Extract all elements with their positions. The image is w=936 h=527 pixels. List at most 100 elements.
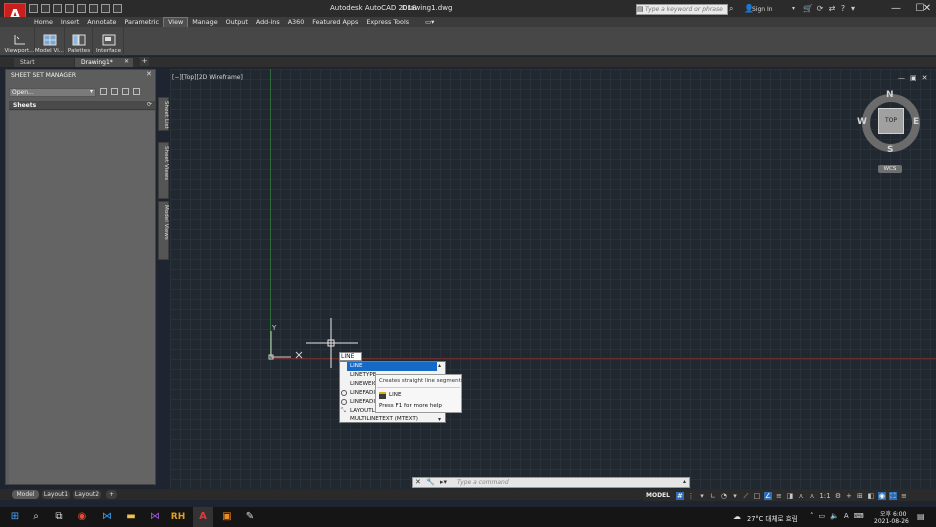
wcs-menu[interactable]: WCS	[878, 165, 902, 173]
tab-a360[interactable]: A360	[284, 17, 309, 27]
help-icon[interactable]: ?	[838, 4, 848, 14]
open-file-icon[interactable]	[41, 4, 50, 13]
recent-commands-icon[interactable]: ▸▾	[440, 478, 447, 486]
tab-sheet-list[interactable]: Sheet List	[158, 97, 169, 131]
polar-icon[interactable]: ◔	[720, 492, 728, 500]
tab-annotate[interactable]: Annotate	[83, 17, 120, 27]
annotation-visibility-icon[interactable]: ⋏	[797, 492, 805, 500]
close-panel-icon[interactable]: ✕	[146, 70, 152, 78]
help-chevron-icon[interactable]: ▾	[848, 4, 858, 14]
app-icon[interactable]: ▣	[217, 507, 237, 527]
print-icon[interactable]	[122, 88, 129, 95]
exchange-icon[interactable]: ⇄	[827, 4, 837, 14]
palettes-button[interactable]: Palettes	[66, 27, 93, 56]
command-history-chevron-icon[interactable]: ▴	[683, 478, 686, 485]
scroll-up-icon[interactable]: ▴	[438, 362, 441, 369]
close-tab-icon[interactable]: ✕	[124, 58, 129, 65]
clock-time[interactable]: 오후 6:00	[880, 509, 906, 518]
annotation-scale[interactable]: 1:1	[819, 492, 831, 500]
viewport-button[interactable]: Viewport...	[4, 27, 35, 56]
network-icon[interactable]: ▭	[819, 512, 826, 520]
quick-properties-icon[interactable]: ◧	[867, 492, 875, 500]
snap-menu-icon[interactable]: ▾	[698, 492, 706, 500]
compass-east[interactable]: E	[913, 117, 919, 127]
tab-home[interactable]: Home	[30, 17, 57, 27]
viewcube-top-face[interactable]: TOP	[878, 108, 904, 134]
keyboard-icon[interactable]: ⌨	[854, 512, 864, 520]
paint-icon[interactable]: ✎	[240, 507, 260, 527]
tab-model-views[interactable]: Model Views	[158, 201, 169, 260]
snap-icon[interactable]: ⋮	[687, 492, 695, 500]
add-layout-button[interactable]: +	[106, 490, 117, 499]
transparency-icon[interactable]: ◨	[786, 492, 794, 500]
tray-chevron-icon[interactable]: ˄	[810, 512, 814, 520]
cart-icon[interactable]: 🛒	[803, 4, 813, 14]
sheet-options-icon[interactable]	[133, 88, 140, 95]
autocomplete-item-linetype[interactable]: LINETYPE	[350, 372, 376, 378]
tab-view[interactable]: View	[163, 17, 189, 27]
object-snap-icon[interactable]: □	[753, 492, 761, 500]
tab-manage[interactable]: Manage	[188, 17, 221, 27]
tab-featured-apps[interactable]: Featured Apps	[308, 17, 362, 27]
close-command-line-icon[interactable]: ✕	[415, 478, 421, 486]
visual-studio-icon[interactable]: ⋈	[145, 507, 165, 527]
new-sheet-icon[interactable]	[100, 88, 107, 95]
notification-icon[interactable]: ▤	[917, 512, 925, 521]
restore-viewport-icon[interactable]: ▣	[910, 74, 917, 82]
undo-icon[interactable]	[89, 4, 98, 13]
close-button[interactable]: ✕	[918, 0, 936, 17]
refresh-icon[interactable]: ⟳	[147, 101, 152, 108]
new-file-icon[interactable]	[29, 4, 38, 13]
tab-layout1[interactable]: Layout1	[42, 490, 70, 499]
autocomplete-item-mtext[interactable]: MULTILINETEXT (MTEXT)	[350, 416, 418, 422]
isolate-objects-icon[interactable]: ◉	[877, 491, 886, 500]
tab-layout2[interactable]: Layout2	[73, 490, 101, 499]
minimize-viewport-icon[interactable]: —	[898, 74, 905, 82]
new-tab-button[interactable]: +	[140, 57, 149, 66]
clock-date[interactable]: 2021-08-26	[874, 518, 909, 525]
chevron-down-icon[interactable]: ▾	[792, 5, 795, 12]
redo-icon[interactable]	[101, 4, 110, 13]
autocad-taskbar-icon[interactable]: A	[193, 507, 213, 527]
fullscreen-icon[interactable]: ⛶	[888, 491, 897, 500]
compass-south[interactable]: S	[887, 145, 893, 155]
publish-icon[interactable]	[111, 88, 118, 95]
rhino-icon[interactable]: RH	[168, 507, 188, 527]
search-icon[interactable]: ⌕	[729, 4, 739, 15]
units-icon[interactable]: ⊞	[856, 492, 864, 500]
chevron-down-icon[interactable]: ▾	[90, 88, 93, 95]
grid-icon[interactable]: #	[675, 491, 684, 500]
customize-icon[interactable]: 🔧	[426, 478, 435, 486]
tab-add-ins[interactable]: Add-ins	[252, 17, 284, 27]
tab-insert[interactable]: Insert	[57, 17, 83, 27]
search-icon[interactable]: ⌕	[26, 507, 46, 527]
ortho-icon[interactable]: ∟	[709, 492, 717, 500]
workspace-gear-icon[interactable]: ⚙	[834, 492, 842, 500]
viewport-controls-label[interactable]: [−][Top][2D Wireframe]	[172, 74, 243, 81]
windows-start-icon[interactable]: ⊞	[5, 507, 25, 527]
sign-in-button[interactable]: Sign In	[752, 6, 773, 13]
lineweight-icon[interactable]: ≡	[775, 492, 783, 500]
weather-icon[interactable]: ☁	[733, 512, 741, 521]
osnap-tracking-icon[interactable]: ∠	[763, 491, 772, 500]
plot-icon[interactable]	[77, 4, 86, 13]
polar-menu-icon[interactable]: ▾	[731, 492, 739, 500]
volume-icon[interactable]: 🔈	[830, 512, 839, 520]
interface-button[interactable]: Interface	[94, 27, 124, 56]
save-icon[interactable]	[53, 4, 62, 13]
model-space-toggle[interactable]: MODEL	[646, 492, 670, 499]
tab-start[interactable]: Start	[14, 58, 74, 67]
close-viewport-icon[interactable]: ✕	[922, 74, 928, 82]
ribbon-minimize-icon[interactable]: ▭▾	[421, 17, 438, 27]
customize-status-icon[interactable]: ≡	[900, 492, 908, 500]
scroll-down-icon[interactable]: ▾	[438, 416, 441, 423]
chrome-icon[interactable]: ◉	[72, 507, 92, 527]
file-explorer-icon[interactable]: ▬	[121, 507, 141, 527]
command-line[interactable]	[412, 477, 690, 488]
annotation-monitor-icon[interactable]: +	[845, 492, 853, 500]
weather-text[interactable]: 27°C 대체로 흐림	[747, 513, 798, 523]
task-view-icon[interactable]: ⧉	[49, 507, 69, 527]
auto-scale-icon[interactable]: ⋏	[808, 492, 816, 500]
tab-output[interactable]: Output	[222, 17, 252, 27]
isodraft-icon[interactable]: ⟋	[742, 492, 750, 500]
